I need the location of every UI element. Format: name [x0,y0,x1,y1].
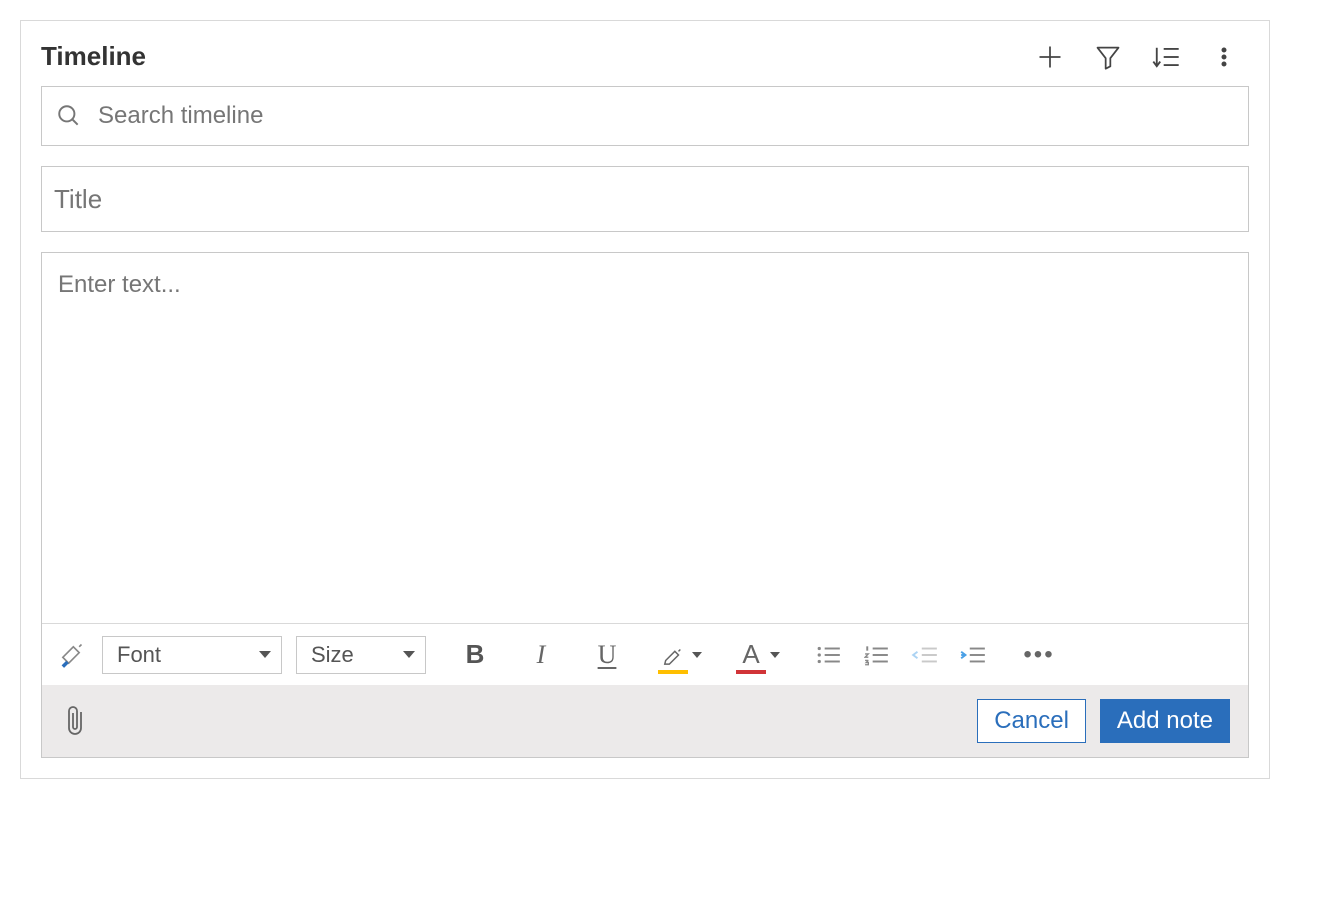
font-select-label: Font [117,642,161,668]
font-color-button[interactable]: A [734,638,780,672]
attach-button[interactable] [60,704,94,738]
size-select-label: Size [311,642,354,668]
font-select[interactable]: Font [102,636,282,674]
timeline-panel: Timeline Enter text... [20,20,1270,779]
sort-icon [1151,43,1181,71]
add-note-button[interactable]: Add note [1100,699,1230,743]
rich-text-toolbar: Font Size B I U [42,623,1248,685]
highlight-color-button[interactable] [656,638,702,672]
italic-button[interactable]: I [524,638,558,672]
timeline-title: Timeline [41,41,1035,72]
indent-icon [959,644,987,666]
highlighter-icon [661,644,685,666]
outdent-icon [911,644,939,666]
chevron-down-icon [692,652,702,658]
paperclip-icon [66,704,88,738]
note-footer: Cancel Add note [42,685,1248,757]
indent-button[interactable] [956,638,990,672]
note-title-input[interactable] [52,183,1238,216]
note-body-input[interactable]: Enter text... [42,253,1248,623]
size-select[interactable]: Size [296,636,426,674]
numbered-list-icon [864,644,890,666]
underline-glyph: U [598,640,617,670]
plus-icon [1036,43,1064,71]
note-title-row [41,166,1249,232]
bullet-list-icon [816,644,842,666]
chevron-down-icon [403,651,415,658]
format-painter-button[interactable] [54,638,88,672]
numbered-list-button[interactable] [860,638,894,672]
filter-icon [1094,43,1122,71]
more-vertical-icon [1212,43,1236,71]
search-icon [56,103,82,129]
chevron-down-icon [770,652,780,658]
font-color-glyph: A [742,639,759,670]
chevron-down-icon [259,651,271,658]
timeline-header: Timeline [41,41,1249,72]
note-editor: Enter text... Font Size B I U [41,252,1249,758]
search-input[interactable] [96,101,1234,131]
outdent-button[interactable] [908,638,942,672]
timeline-header-actions [1035,42,1249,72]
sort-button[interactable] [1151,42,1181,72]
format-painter-icon [57,641,85,669]
toolbar-more-button[interactable]: ••• [1022,638,1056,672]
add-button[interactable] [1035,42,1065,72]
ellipsis-icon: ••• [1023,641,1054,669]
bold-button[interactable]: B [458,638,492,672]
bullet-list-button[interactable] [812,638,846,672]
search-row [41,86,1249,146]
more-button[interactable] [1209,42,1239,72]
underline-button[interactable]: U [590,638,624,672]
cancel-button[interactable]: Cancel [977,699,1086,743]
filter-button[interactable] [1093,42,1123,72]
